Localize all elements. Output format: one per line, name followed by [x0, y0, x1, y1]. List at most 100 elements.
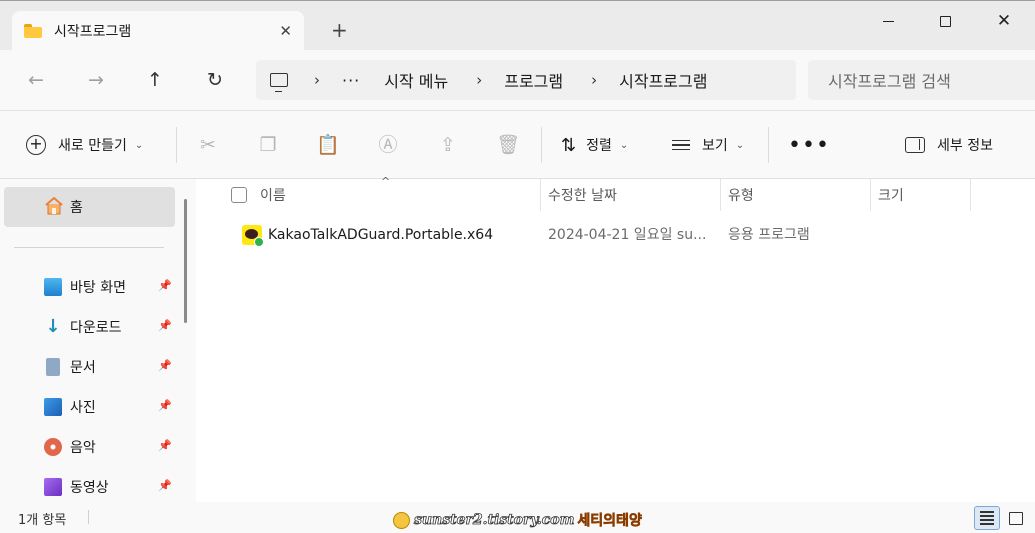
item-count: 1개 항목: [18, 513, 67, 528]
column-header-label: 수정한 날짜: [548, 188, 617, 204]
details-view-button[interactable]: [974, 506, 1000, 530]
column-divider[interactable]: [540, 179, 541, 211]
sidebar-item-label: 음악: [70, 440, 96, 456]
pictures-icon: [44, 398, 62, 416]
column-header-size[interactable]: 크기: [878, 179, 968, 211]
pin-icon[interactable]: 📌: [158, 279, 172, 292]
column-header-name[interactable]: 이름: [260, 179, 540, 211]
sidebar-item-desktop[interactable]: 바탕 화면 📌: [44, 275, 174, 299]
minimize-icon: [882, 20, 894, 22]
new-button-label: 새로 만들기: [58, 138, 127, 154]
add-icon: +: [26, 135, 46, 155]
navigation-pane: 홈 바탕 화면 📌 ↓ 다운로드 📌 문서 📌 사진 📌 음악 📌 동영상 📌: [0, 179, 196, 502]
details-label: 세부 정보: [937, 138, 993, 154]
search-input[interactable]: 시작프로그램 검색: [808, 60, 1035, 100]
sidebar-item-label: 사진: [70, 400, 96, 416]
navigation-bar: ← → ↑ ↻ › ··· 시작 메뉴 › 프로그램 › 시작프로그램 시작프로…: [0, 50, 1035, 110]
tiles-view-button[interactable]: [1003, 506, 1029, 530]
column-header-label: 유형: [728, 188, 754, 204]
chevron-down-icon: ⌄: [735, 139, 745, 151]
chevron-down-icon: ⌄: [134, 139, 144, 151]
back-button[interactable]: ←: [24, 68, 48, 92]
title-bar: 시작프로그램 ✕ + ✕: [0, 0, 1035, 51]
home-icon: [45, 197, 63, 215]
new-button[interactable]: + 새로 만들기 ⌄: [26, 133, 143, 157]
select-all-checkbox[interactable]: [231, 187, 247, 203]
tab-title: 시작프로그램: [54, 24, 132, 40]
column-header-label: 크기: [878, 188, 904, 204]
sort-icon: ⇅: [561, 134, 577, 156]
breadcrumb-startup[interactable]: 시작프로그램: [619, 68, 707, 92]
desktop-icon: [44, 278, 62, 296]
view-icon: [672, 137, 690, 154]
pin-icon[interactable]: 📌: [158, 479, 172, 492]
tab-current-folder[interactable]: 시작프로그램 ✕: [12, 11, 304, 51]
close-button[interactable]: ✕: [992, 9, 1016, 33]
address-bar[interactable]: › ··· 시작 메뉴 › 프로그램 › 시작프로그램: [256, 60, 796, 100]
breadcrumb-separator[interactable]: ›: [591, 71, 597, 89]
copy-icon[interactable]: ❐: [256, 133, 280, 157]
video-icon: [44, 478, 62, 496]
sidebar-divider: [14, 247, 164, 248]
document-icon: [46, 358, 60, 376]
rename-icon[interactable]: Ⓐ: [376, 133, 400, 157]
sidebar-item-downloads[interactable]: ↓ 다운로드 📌: [44, 315, 174, 339]
sidebar-item-music[interactable]: 음악 📌: [44, 435, 174, 459]
breadcrumb-separator[interactable]: ›: [314, 71, 320, 89]
breadcrumb-start-menu[interactable]: 시작 메뉴: [384, 68, 448, 92]
toolbar-divider: [176, 127, 177, 163]
details-pane-button[interactable]: 세부 정보: [905, 133, 993, 157]
watermark-site: sunster2.tistory.com: [414, 512, 575, 529]
maximize-button[interactable]: [933, 9, 957, 33]
sidebar-scrollbar[interactable]: [184, 199, 187, 323]
delete-icon[interactable]: 🗑: [496, 133, 520, 157]
details-pane-icon: [905, 137, 925, 153]
sort-button[interactable]: ⇅ 정렬 ⌄: [561, 133, 628, 157]
file-list: ^ 이름 수정한 날짜 유형 크기 KakaoTalkADGuard.Porta…: [196, 175, 1035, 502]
column-divider[interactable]: [720, 179, 721, 211]
chevron-down-icon: ⌄: [619, 139, 629, 151]
pin-icon[interactable]: 📌: [158, 359, 172, 372]
download-icon: ↓: [45, 316, 61, 337]
refresh-button[interactable]: ↻: [203, 68, 227, 92]
breadcrumb-programs[interactable]: 프로그램: [504, 68, 563, 92]
forward-button[interactable]: →: [84, 68, 108, 92]
file-type: 응용 프로그램: [728, 227, 810, 243]
file-date: 2024-04-21 일요일 su...: [548, 227, 707, 243]
share-icon[interactable]: ⇪: [436, 133, 460, 157]
sidebar-item-videos[interactable]: 동영상 📌: [44, 475, 174, 499]
file-name: KakaoTalkADGuard.Portable.x64: [268, 227, 494, 243]
tab-close-icon[interactable]: ✕: [279, 22, 292, 40]
pin-icon[interactable]: 📌: [158, 319, 172, 332]
watermark: sunster2.tistory.com 세티의태양: [393, 510, 642, 530]
column-header-label: 이름: [260, 188, 286, 204]
status-divider: [88, 510, 89, 524]
file-row[interactable]: KakaoTalkADGuard.Portable.x64 2024-04-21…: [196, 219, 1035, 251]
sidebar-item-pictures[interactable]: 사진 📌: [44, 395, 174, 419]
column-divider[interactable]: [970, 179, 971, 211]
sidebar-item-home[interactable]: 홈: [4, 187, 175, 227]
column-header-type[interactable]: 유형: [728, 179, 868, 211]
watermark-name: 세티의태양: [577, 513, 642, 530]
pin-icon[interactable]: 📌: [158, 439, 172, 452]
view-button[interactable]: 보기 ⌄: [672, 133, 744, 157]
sidebar-item-label: 문서: [70, 360, 96, 376]
sidebar-item-label: 바탕 화면: [70, 280, 126, 296]
list-view-icon: [980, 509, 994, 528]
column-divider[interactable]: [870, 179, 871, 211]
sidebar-item-documents[interactable]: 문서 📌: [44, 355, 174, 379]
column-header-date[interactable]: 수정한 날짜: [548, 179, 718, 211]
up-button[interactable]: ↑: [143, 68, 167, 92]
new-tab-button[interactable]: +: [331, 19, 348, 41]
this-pc-icon[interactable]: [270, 73, 288, 92]
breadcrumb-separator[interactable]: ›: [476, 71, 482, 89]
command-bar: + 새로 만들기 ⌄ ✂ ❐ 📋 Ⓐ ⇪ 🗑 ⇅ 정렬 ⌄ 보기 ⌄ ••• 세…: [0, 110, 1035, 179]
kakaotalk-app-icon: [242, 225, 264, 247]
more-options-button[interactable]: •••: [788, 133, 830, 158]
paste-icon[interactable]: 📋: [316, 133, 340, 157]
watermark-face-icon: [393, 511, 410, 529]
breadcrumb-overflow-button[interactable]: ···: [342, 71, 360, 90]
pin-icon[interactable]: 📌: [158, 399, 172, 412]
cut-icon[interactable]: ✂: [196, 133, 220, 157]
minimize-button[interactable]: [876, 9, 900, 33]
